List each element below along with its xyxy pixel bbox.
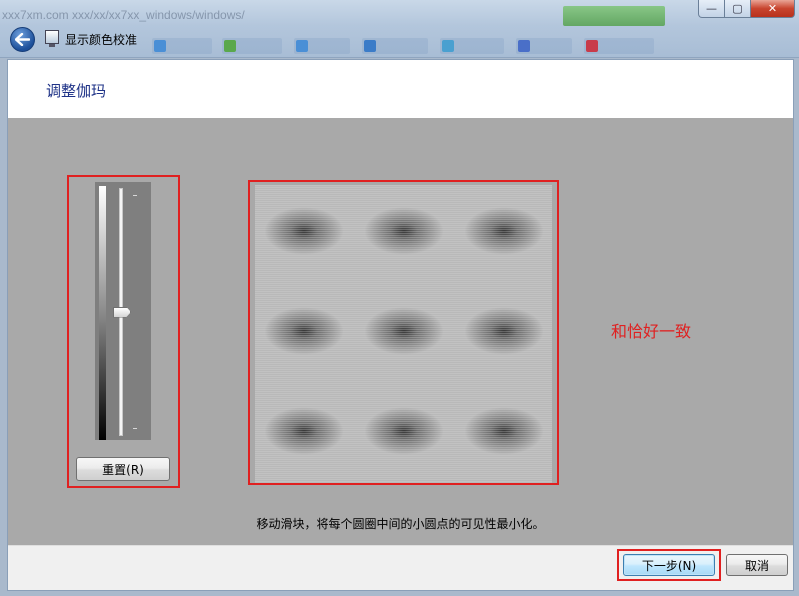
- minimize-button[interactable]: —: [698, 0, 725, 18]
- background-window-url: xxx7xm.com xxx/xx/xx7xx_windows/windows/: [2, 8, 245, 22]
- wizard-content: 调整伽玛 重置(R) 和恰好一致 移动滑块，将每个圆圈中间的小圆点的可见性最小化…: [7, 59, 794, 591]
- page-title: 调整伽玛: [46, 82, 107, 100]
- next-button-highlight-box: [617, 549, 721, 581]
- background-bookmark: [152, 38, 212, 54]
- cancel-button[interactable]: 取消: [726, 554, 788, 576]
- back-button[interactable]: [10, 27, 35, 52]
- window-caption-buttons: — ▢ ✕: [698, 0, 795, 18]
- pattern-highlight-box: [248, 180, 559, 485]
- back-arrow-icon: [15, 33, 30, 46]
- background-bookmark: [584, 38, 654, 54]
- background-bookmark: [440, 38, 504, 54]
- display-calibration-icon: [45, 30, 59, 47]
- background-bookmarks-bar: [150, 36, 710, 56]
- background-bookmark: [294, 38, 350, 54]
- window-titlebar: xxx7xm.com xxx/xx/xx7xx_windows/windows/…: [0, 0, 799, 58]
- window-title: 显示颜色校准: [65, 33, 138, 47]
- background-bookmark: [516, 38, 572, 54]
- annotation-text: 和恰好一致: [611, 322, 692, 341]
- instruction-text: 移动滑块，将每个圆圈中间的小圆点的可见性最小化。: [256, 517, 545, 531]
- slider-highlight-box: [67, 175, 180, 488]
- background-bookmark: [222, 38, 282, 54]
- background-green-button: [563, 6, 665, 26]
- background-bookmark: [362, 38, 428, 54]
- maximize-button[interactable]: ▢: [725, 0, 751, 18]
- close-button[interactable]: ✕: [751, 0, 795, 18]
